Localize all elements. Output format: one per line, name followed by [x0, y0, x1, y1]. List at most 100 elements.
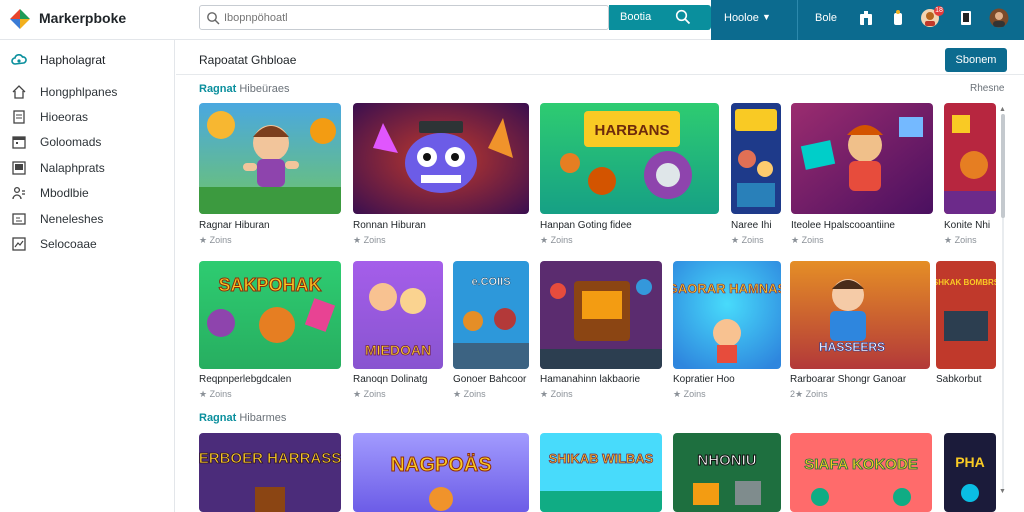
sidebar-item-6[interactable]: Neneleshes: [0, 208, 175, 230]
game-art-title: e.COIIS: [471, 276, 510, 288]
game-art-title: SAKPOHAK: [218, 275, 321, 295]
main-content: Rapoatat Ghbloae Sbonem Ragnat Hibeüraes…: [176, 40, 1024, 512]
game-thumbnail[interactable]: SAKPOHAK: [199, 261, 341, 369]
calendar-icon: [12, 136, 26, 149]
store-icon[interactable]: [856, 8, 876, 28]
game-thumbnail[interactable]: e.COIIS: [453, 261, 529, 369]
game-title[interactable]: Rarboarar Shongr Ganoar: [790, 374, 930, 385]
logo-icon[interactable]: [8, 7, 32, 31]
category-dropdown[interactable]: Hooloe: [724, 12, 759, 24]
game-thumbnail[interactable]: SHKAK BOMBRS: [936, 261, 996, 369]
page-title: Rapoatat Ghbloae: [199, 53, 297, 67]
game-thumbnail[interactable]: GAORAR HAMNAS: [673, 261, 781, 369]
game-meta: ★ Zoins: [353, 389, 386, 399]
cloud-icon: [11, 54, 27, 65]
game-title[interactable]: Hamanahinn lakbaorie: [540, 374, 662, 385]
game-title[interactable]: Ranoqn Dolinatg: [353, 374, 443, 385]
game-art-title: NHONIU: [697, 452, 756, 469]
game-thumbnail[interactable]: MIEDOAN: [353, 261, 443, 369]
section-title-1: Ragnat Hibeüraes: [199, 83, 289, 95]
sidebar-item-7[interactable]: Selocoaae: [0, 233, 175, 255]
search-box[interactable]: [199, 5, 609, 30]
sidebar-item-2[interactable]: Hioeoras: [0, 106, 175, 128]
game-title[interactable]: Reqpnperlebgdcalen: [199, 374, 341, 385]
game-thumbnail[interactable]: NAGPOÄS: [353, 433, 529, 512]
sidebar-item-4[interactable]: Nalaphprats: [0, 157, 175, 179]
sidebar-item-0[interactable]: Hapholagrat: [0, 49, 175, 71]
section-title-text: Hibeüraes: [239, 83, 290, 95]
section-accent: Ragnat: [199, 83, 237, 95]
game-meta: ★ Zoins: [944, 235, 977, 245]
sale-link[interactable]: Bole: [815, 12, 837, 24]
sidebar-item-label: Selocoaae: [40, 237, 97, 251]
game-thumbnail[interactable]: [199, 103, 341, 214]
game-thumbnail[interactable]: [731, 103, 781, 214]
game-title[interactable]: Naree Ihi: [731, 220, 781, 231]
game-thumbnail[interactable]: PHA: [944, 433, 996, 512]
scroll-thumb[interactable]: [1001, 114, 1005, 218]
game-title[interactable]: Ronnan Hiburan: [353, 220, 529, 231]
clipboard-icon: [13, 110, 25, 124]
game-art-title: MIEDOAN: [365, 342, 431, 358]
game-title[interactable]: Kopratier Hoo: [673, 374, 781, 385]
game-art-title: ERBOER HARRASS: [199, 450, 341, 467]
game-meta: 2★ Zoins: [790, 389, 828, 399]
section-title-2: Ragnat Hibarmes: [199, 412, 286, 424]
sidebar-item-1[interactable]: Hongphlpanes: [0, 81, 175, 103]
game-title[interactable]: Hanpan Goting fidee: [540, 220, 719, 231]
game-meta: ★ Zoins: [791, 235, 824, 245]
chart-icon: [12, 237, 26, 251]
game-art-title: GAORAR HAMNAS: [673, 281, 781, 296]
search-button[interactable]: Bootia: [609, 5, 711, 30]
brand-name[interactable]: Markerpboke: [39, 10, 126, 26]
game-meta: ★ Zoins: [199, 235, 232, 245]
game-thumbnail[interactable]: SHIKAB WILBAS: [540, 433, 662, 512]
game-meta: ★ Zoins: [673, 389, 706, 399]
game-meta: ★ Zoins: [199, 389, 232, 399]
see-all-link[interactable]: Rhesne: [970, 83, 1004, 94]
top-header: Markerpboke Bootia Hooloe ▼ Bole 18: [0, 0, 1024, 40]
game-thumbnail[interactable]: HASSEERS: [790, 261, 930, 369]
scroll-up-arrow[interactable]: ▲: [999, 106, 1006, 113]
sidebar-item-3[interactable]: Goloomads: [0, 131, 175, 153]
game-art-title: PHA: [955, 454, 985, 470]
game-thumbnail[interactable]: [791, 103, 933, 214]
search-input[interactable]: [224, 9, 594, 27]
game-meta: ★ Zoins: [353, 235, 386, 245]
game-meta: ★ Zoins: [731, 235, 764, 245]
sidebar-item-label: Hapholagrat: [40, 53, 106, 67]
game-thumbnail[interactable]: SIAFA KOKODE: [790, 433, 932, 512]
game-thumbnail[interactable]: [540, 261, 662, 369]
game-title[interactable]: Konite Nhi: [944, 220, 996, 231]
svg-text:HARBANS: HARBANS: [595, 122, 670, 139]
game-meta: ★ Zoins: [453, 389, 486, 399]
section-accent: Ragnat: [199, 412, 237, 424]
magnifier-icon: [675, 9, 691, 25]
game-title[interactable]: Gonoer Bahcoor: [453, 374, 529, 385]
user-avatar[interactable]: [989, 8, 1009, 28]
primary-action-button[interactable]: Sbonem: [945, 48, 1007, 72]
tag-icon: [12, 213, 26, 225]
chevron-down-icon[interactable]: ▼: [762, 12, 771, 22]
section-title-text: Hibarmes: [239, 412, 287, 424]
scroll-down-arrow[interactable]: ▼: [999, 488, 1006, 495]
game-title[interactable]: Ragnar Hiburan: [199, 220, 341, 231]
sidebar-item-label: Goloomads: [40, 135, 102, 149]
sidebar-item-label: Mbodlbie: [40, 186, 89, 200]
notification-icon[interactable]: [888, 8, 908, 28]
game-title[interactable]: Iteolee Hpalscooantiine: [791, 220, 933, 231]
game-art-title: SHIKAB WILBAS: [549, 451, 654, 466]
game-thumbnail[interactable]: [944, 103, 996, 214]
vertical-scrollbar[interactable]: ▲ ▼: [999, 106, 1007, 498]
sidebar: Hapholagrat Hongphlpanes Hioeoras Goloom…: [0, 40, 175, 512]
sidebar-item-5[interactable]: Mbodlbie: [0, 182, 175, 204]
divider: [176, 74, 1024, 75]
game-title[interactable]: Sabkorbut: [936, 374, 996, 385]
notification-badge: 18: [934, 6, 944, 16]
game-thumbnail[interactable]: [353, 103, 529, 214]
game-thumbnail[interactable]: NHONIU: [673, 433, 781, 512]
tablet-icon[interactable]: [956, 8, 976, 28]
game-thumbnail[interactable]: ERBOER HARRASS: [199, 433, 341, 512]
game-thumbnail[interactable]: HARBANS: [540, 103, 719, 214]
search-button-label: Bootia: [620, 11, 652, 23]
